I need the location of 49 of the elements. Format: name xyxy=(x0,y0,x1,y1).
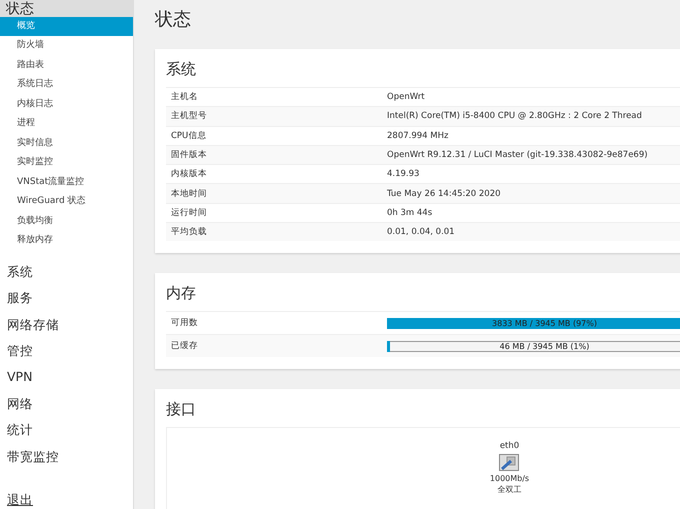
sidebar-section[interactable]: 带宽监控 xyxy=(0,444,133,470)
sidebar-item[interactable]: WireGuard 状态 xyxy=(0,192,133,212)
sidebar-item[interactable]: 实时信息 xyxy=(0,134,133,154)
row-label: 固件版本 xyxy=(170,149,208,162)
card-title: 内存 xyxy=(166,283,197,304)
port-duplex: 全双工 xyxy=(497,484,522,496)
sidebar-item[interactable]: 内核日志 xyxy=(0,94,133,114)
sidebar-section[interactable]: 网络存储 xyxy=(0,312,133,338)
row-label: CPU信息 xyxy=(170,130,208,142)
sidebar-section[interactable]: 服务 xyxy=(0,285,133,312)
port-speed: 1000Mb/s xyxy=(490,473,530,484)
sidebar-section[interactable]: 网络 xyxy=(0,390,133,418)
page-title: 状态 xyxy=(155,8,192,32)
card-title: 系统 xyxy=(166,59,197,80)
row-label: 平均负载 xyxy=(170,226,208,238)
row-label: 主机名 xyxy=(170,91,199,104)
sidebar-item[interactable]: 防火墙 xyxy=(0,36,133,56)
sidebar-section[interactable]: 系统 xyxy=(0,258,133,286)
row-value: Tue May 26 14:45:20 2020 xyxy=(387,188,501,199)
row-value: 2807.994 MHz xyxy=(387,130,448,141)
row-value: OpenWrt R9.12.31 / LuCI Master (git-19.338.43082-9e87e69) xyxy=(387,150,648,160)
row-label: 主机型号 xyxy=(170,110,208,122)
logout-link[interactable]: 退出 xyxy=(0,492,33,509)
sidebar-item[interactable]: VNStat流量监控 xyxy=(0,172,133,192)
port-name: eth0 xyxy=(500,440,520,452)
sidebar-item[interactable]: 负载均衡 xyxy=(0,212,133,232)
memory-reading: 3833 MB / 3945 MB (97%) xyxy=(491,318,598,328)
sidebar-item[interactable]: 实时监控 xyxy=(0,153,133,173)
row-label: 已缓存 xyxy=(170,340,199,352)
row-label: 可用数 xyxy=(170,317,199,330)
row-value: Intel(R) Core(TM) i5-8400 CPU @ 2.80GHz : 2 Core 2 Thread xyxy=(387,111,642,122)
memory-reading: 46 MB / 3945 MB (1%) xyxy=(498,342,590,351)
ethernet-port-icon xyxy=(499,454,520,472)
row-value: 4.19.93 xyxy=(387,169,420,180)
sidebar-section[interactable]: 管控 xyxy=(0,338,133,364)
row-value: 0h 3m 44s xyxy=(387,208,432,218)
row-label: 内核版本 xyxy=(170,168,208,180)
row-value: OpenWrt xyxy=(387,92,425,102)
card-title: 接口 xyxy=(166,399,197,420)
sidebar-header[interactable]: 状态 xyxy=(0,0,133,17)
sidebar-item[interactable]: 进程 xyxy=(0,114,133,134)
sidebar-section[interactable]: VPN xyxy=(0,364,133,391)
sidebar-item[interactable]: 释放内存 xyxy=(0,231,133,251)
row-label: 运行时间 xyxy=(170,206,208,219)
sidebar-item[interactable]: 系统日志 xyxy=(0,75,133,95)
row-label: 本地时间 xyxy=(170,188,208,200)
row-value: 0.01, 0.04, 0.01 xyxy=(387,227,455,238)
sidebar-item[interactable]: 路由表 xyxy=(0,56,133,76)
sidebar-section[interactable]: 统计 xyxy=(0,417,133,444)
